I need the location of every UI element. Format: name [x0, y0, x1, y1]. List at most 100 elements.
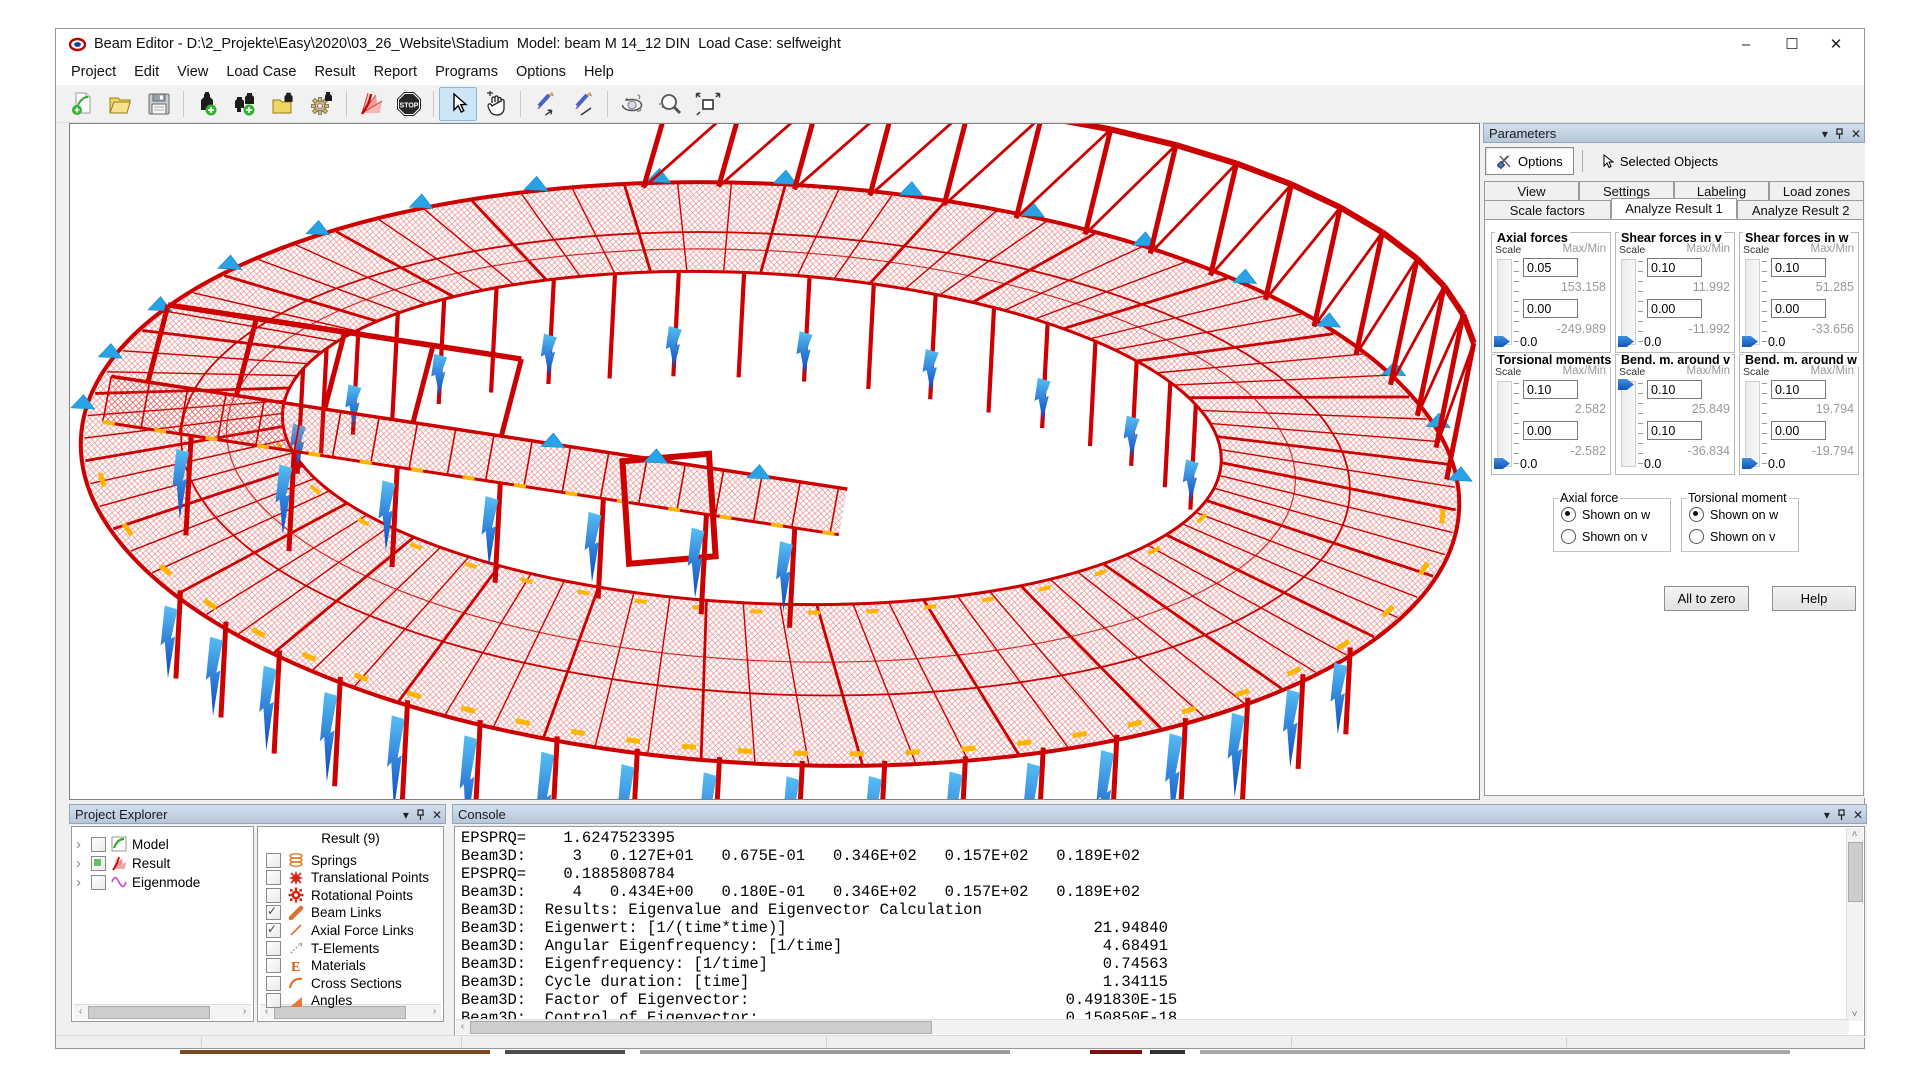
expander-icon[interactable]: › [76, 874, 86, 891]
list-checkbox[interactable] [266, 958, 281, 973]
menu-report[interactable]: Report [365, 61, 427, 83]
pin-icon[interactable] [416, 809, 425, 821]
panel-close-icon[interactable]: ✕ [1851, 124, 1861, 144]
draw-link-button[interactable] [564, 87, 602, 121]
result-visibility-list[interactable]: Result (9) ‹› SpringsTranslational Point… [257, 826, 444, 1022]
scale-min-input[interactable] [1647, 421, 1702, 440]
tab-options[interactable]: Options [1485, 147, 1574, 175]
scale-slider-track[interactable] [1745, 381, 1760, 467]
list-item-translational-points[interactable]: Translational Points [266, 869, 429, 887]
menu-edit[interactable]: Edit [125, 61, 168, 83]
list-checkbox[interactable] [266, 905, 281, 920]
pin-icon[interactable] [1835, 128, 1844, 140]
list-checkbox[interactable] [266, 923, 281, 938]
tab-scale-factors[interactable]: Scale factors [1484, 200, 1611, 219]
add-point-loads-button[interactable] [227, 87, 265, 121]
radio-shown-on-w[interactable]: Shown on w [1561, 507, 1650, 522]
model-viewport[interactable] [69, 123, 1480, 800]
panel-menu-icon[interactable]: ▾ [1824, 805, 1830, 825]
panel-menu-icon[interactable]: ▾ [403, 805, 409, 825]
orbit-view-button[interactable] [613, 87, 651, 121]
parameters-panel-header[interactable]: Parameters ▾ ✕ [1483, 123, 1865, 143]
scale-slider-track[interactable] [1497, 381, 1512, 467]
scale-max-input[interactable] [1647, 258, 1702, 277]
project-explorer-header[interactable]: Project Explorer ▾ ✕ [69, 804, 446, 824]
list-checkbox[interactable] [266, 993, 281, 1008]
tab-analyze-result-2[interactable]: Analyze Result 2 [1737, 200, 1864, 219]
scale-min-input[interactable] [1771, 421, 1826, 440]
menu-help[interactable]: Help [575, 61, 623, 83]
select-tool-button[interactable] [439, 87, 477, 121]
list-checkbox[interactable] [266, 853, 281, 868]
close-button[interactable]: ✕ [1814, 29, 1858, 59]
scale-min-input[interactable] [1771, 299, 1826, 318]
tree-checkbox[interactable] [91, 837, 106, 852]
minimize-button[interactable]: – [1724, 29, 1768, 59]
radio-shown-on-w[interactable]: Shown on w [1689, 507, 1778, 522]
new-model-button[interactable] [64, 87, 102, 121]
scale-slider-track[interactable] [1621, 381, 1636, 467]
scale-min-input[interactable] [1647, 299, 1702, 318]
stop-button[interactable]: STOP [390, 87, 428, 121]
scale-max-input[interactable] [1523, 258, 1578, 277]
menu-view[interactable]: View [168, 61, 217, 83]
tree-item-model[interactable]: ›Model [76, 835, 169, 853]
menu-load-case[interactable]: Load Case [217, 61, 305, 83]
list-item-beam-links[interactable]: Beam Links [266, 904, 382, 922]
list-item-rotational-points[interactable]: Rotational Points [266, 886, 413, 904]
menu-options[interactable]: Options [507, 61, 575, 83]
pin-icon[interactable] [1837, 809, 1846, 821]
console-vscrollbar[interactable]: ˄˅ [1846, 828, 1863, 1021]
list-checkbox[interactable] [266, 870, 281, 885]
fit-view-button[interactable] [689, 87, 727, 121]
tree-item-eigenmode[interactable]: ›Eigenmode [76, 873, 200, 891]
radio-shown-on-v[interactable]: Shown on v [1689, 529, 1775, 544]
list-item-axial-force-links[interactable]: Axial Force Links [266, 921, 414, 939]
tree-checkbox[interactable] [91, 875, 106, 890]
pan-tool-button[interactable] [477, 87, 515, 121]
scale-max-input[interactable] [1771, 258, 1826, 277]
show-results-button[interactable] [352, 87, 390, 121]
menu-programs[interactable]: Programs [426, 61, 507, 83]
panel-close-icon[interactable]: ✕ [432, 805, 442, 825]
help-button[interactable]: Help [1772, 586, 1856, 611]
scale-slider-track[interactable] [1621, 259, 1636, 345]
expander-icon[interactable]: › [76, 836, 86, 853]
scale-min-input[interactable] [1523, 421, 1578, 440]
tree-item-result[interactable]: ›Result [76, 854, 170, 872]
scale-slider-track[interactable] [1745, 259, 1760, 345]
tab-analyze-result-1[interactable]: Analyze Result 1 [1611, 198, 1738, 219]
panel-menu-icon[interactable]: ▾ [1822, 124, 1828, 144]
console-hscrollbar[interactable]: ‹ [456, 1019, 1849, 1034]
scale-max-input[interactable] [1771, 380, 1826, 399]
list-checkbox[interactable] [266, 976, 281, 991]
menu-result[interactable]: Result [305, 61, 364, 83]
expander-icon[interactable]: › [76, 855, 86, 872]
list-item-cross-sections[interactable]: Cross Sections [266, 974, 402, 992]
list-item-materials[interactable]: EMaterials [266, 957, 366, 975]
draw-beam-button[interactable] [526, 87, 564, 121]
open-project-button[interactable] [102, 87, 140, 121]
console-header[interactable]: Console ▾ ✕ [452, 804, 1867, 824]
tree-hscrollbar[interactable]: ‹› [74, 1004, 251, 1019]
scale-min-input[interactable] [1523, 299, 1578, 318]
panel-close-icon[interactable]: ✕ [1853, 805, 1863, 825]
tab-selected-objects[interactable]: Selected Objects [1591, 148, 1728, 174]
list-checkbox[interactable] [266, 941, 281, 956]
load-settings-button[interactable] [303, 87, 341, 121]
tab-view[interactable]: View [1484, 181, 1579, 200]
tab-load-zones[interactable]: Load zones [1769, 181, 1864, 200]
scale-max-input[interactable] [1523, 380, 1578, 399]
radio-shown-on-v[interactable]: Shown on v [1561, 529, 1647, 544]
console-output[interactable]: EPSPRQ= 1.6247523395Beam3D: 3 0.127E+01 … [454, 826, 1865, 1036]
all-to-zero-button[interactable]: All to zero [1664, 586, 1749, 611]
list-item-angles[interactable]: Angles [266, 992, 352, 1010]
zoom-tool-button[interactable] [651, 87, 689, 121]
add-load-button[interactable] [189, 87, 227, 121]
save-button[interactable] [140, 87, 178, 121]
maximize-button[interactable]: ☐ [1770, 29, 1814, 59]
scale-max-input[interactable] [1647, 380, 1702, 399]
list-item-springs[interactable]: Springs [266, 851, 357, 869]
list-item-t-elements[interactable]: T-Elements [266, 939, 379, 957]
open-load-case-button[interactable] [265, 87, 303, 121]
